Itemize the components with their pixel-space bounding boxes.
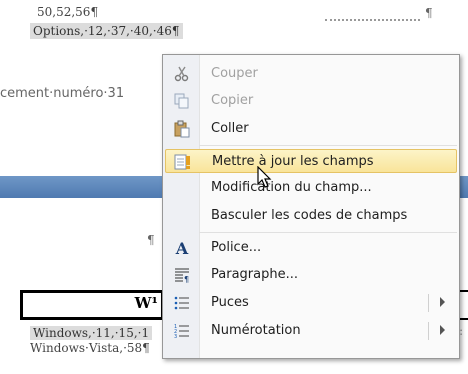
submenu-arrow-icon [440,325,445,335]
menu-label-paragraph: Paragraphe... [211,267,298,282]
context-menu: Couper Copier Coller Mettre à jour les c… [162,54,460,359]
doc-line-windows: Windows,·11,·15,·1 [30,326,153,340]
menu-item-paragraph[interactable]: ¶ Paragraphe... [165,263,457,287]
menu-label-bullets: Puces [211,295,249,310]
menu-label-copy: Copier [211,93,254,108]
menu-item-font[interactable]: A Police... [165,236,457,260]
menu-item-edit-field[interactable]: Modification du champ... [165,176,457,200]
copy-icon [173,92,191,110]
pilcrow-right: ¶ [425,6,433,20]
menu-separator [199,232,457,233]
svg-text:¶: ¶ [184,275,189,283]
heading-partial: W¹ [134,294,158,312]
field-placeholder [325,13,420,21]
scissors-icon [173,65,191,83]
pilcrow-middle: ¶ [147,233,155,247]
menu-label-font: Police... [211,240,262,255]
menu-item-toggle-field-codes[interactable]: Basculer les codes de champs [165,204,457,228]
menu-item-bullets[interactable]: Puces [165,291,457,315]
menu-separator [199,145,457,146]
menu-label-numbering: Numérotation [211,323,301,338]
svg-text:3: 3 [174,334,177,339]
mouse-pointer-icon [257,166,272,188]
menu-label-edit-field: Modification du champ... [211,180,372,195]
menu-item-paste[interactable]: Coller [165,117,457,141]
numbering-icon: 123 [173,322,191,340]
doc-line-placement: cement·numéro·31 [0,86,125,101]
menu-label-toggle-field-codes: Basculer les codes de champs [211,208,408,223]
paste-icon [173,120,191,138]
submenu-arrow-icon [440,297,445,307]
bullets-icon [173,294,191,312]
update-fields-icon [174,153,192,171]
menu-label-update-fields: Mettre à jour les champs [212,154,374,169]
submenu-divider [428,322,429,340]
doc-line-options: Options,·12,·37,·40,·46¶ [30,23,183,39]
menu-label-cut: Couper [211,66,258,81]
doc-line-vista: Windows·Vista,·58¶ [30,341,150,355]
font-icon: A [175,238,189,258]
paragraph-icon: ¶ [173,266,191,284]
menu-item-cut[interactable]: Couper [165,62,457,86]
menu-item-numbering[interactable]: 123 Numérotation [165,319,457,343]
menu-label-paste: Coller [211,121,249,136]
menu-item-copy[interactable]: Copier [165,89,457,113]
menu-item-update-fields[interactable]: Mettre à jour les champs [165,149,457,173]
heading-box: W¹ [20,290,164,320]
doc-line-top: 50,52,56¶ [37,5,99,19]
submenu-divider [428,294,429,312]
